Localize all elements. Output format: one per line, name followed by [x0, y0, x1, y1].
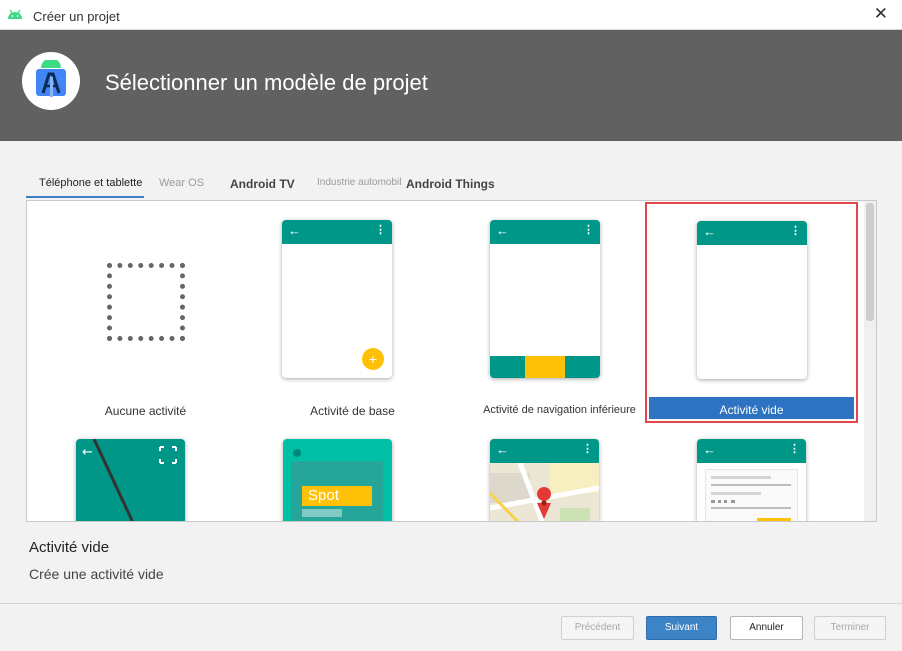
template-description-title: Activité vide	[29, 539, 110, 556]
close-icon[interactable]: ✕	[874, 5, 888, 23]
template-login-activity[interactable]: ← ⋮	[697, 439, 806, 521]
app-bar: ← ⋮	[490, 439, 599, 463]
phone-preview: ← ⋮	[490, 220, 600, 378]
scrollbar-thumb[interactable]	[866, 203, 874, 321]
overflow-menu-icon: ⋮	[582, 443, 593, 455]
empty-placeholder-icon	[107, 263, 185, 341]
template-basic-activity[interactable]: ← ⋮ + Activité de base	[249, 203, 456, 421]
app-bar: ← ⋮	[697, 439, 806, 463]
form-line	[711, 492, 761, 495]
back-arrow-icon: ←	[288, 223, 301, 238]
password-dots	[711, 500, 735, 503]
template-label: Activité vide	[719, 403, 784, 417]
window-title: Créer un projet	[33, 9, 120, 24]
overflow-menu-icon: ⋮	[789, 443, 800, 455]
indicator-dot	[293, 449, 301, 457]
back-arrow-icon: ←	[703, 442, 716, 457]
tab-wear-os[interactable]: Wear OS	[159, 170, 204, 198]
form-line	[711, 484, 791, 486]
overflow-menu-icon: ⋮	[583, 224, 594, 236]
app-bar: ← ⋮	[282, 220, 392, 244]
back-arrow-icon: ←	[703, 224, 716, 239]
phone-preview: ← ⋮	[697, 221, 807, 379]
phone-preview: ← ⋮ +	[282, 220, 392, 378]
template-gallery: Aucune activité ← ⋮ + Activité de base ←…	[26, 200, 877, 522]
android-icon	[8, 9, 22, 19]
form-button	[757, 518, 791, 521]
form-line	[711, 507, 791, 509]
back-arrow-icon: ←	[496, 442, 509, 457]
overflow-menu-icon: ⋮	[375, 224, 386, 236]
template-label: Activité de base	[310, 404, 395, 418]
finish-button[interactable]: Terminer	[814, 616, 886, 640]
template-description-text: Crée une activité vide	[29, 566, 164, 582]
gallery-scrollbar[interactable]	[864, 201, 876, 521]
tab-android-tv[interactable]: Android TV	[230, 170, 295, 198]
svg-text:←: ←	[82, 445, 93, 460]
bottom-navigation-selected-item	[525, 356, 565, 378]
android-studio-icon	[36, 60, 66, 97]
tab-phone-tablet[interactable]: Téléphone et tablette	[26, 170, 144, 198]
template-no-activity[interactable]: Aucune activité	[42, 203, 249, 421]
template-label: Activité de navigation inférieure	[483, 404, 636, 416]
dialog-header: Sélectionner un modèle de projet	[0, 30, 902, 141]
map-icon	[490, 462, 599, 521]
template-fullscreen-activity[interactable]: ←	[76, 439, 185, 521]
fab-plus-icon: +	[362, 348, 384, 370]
text-line	[302, 509, 342, 517]
tab-android-things[interactable]: Android Things	[406, 170, 495, 198]
tab-automotive[interactable]: Industrie automobil	[317, 170, 402, 198]
app-bar: ← ⋮	[697, 221, 807, 245]
dialog-footer: Précédent Suivant Annuler Terminer	[0, 603, 902, 651]
template-empty-activity[interactable]: ← ⋮ Activité vide	[645, 202, 858, 423]
back-arrow-icon: ←	[496, 223, 509, 238]
template-maps-activity[interactable]: ← ⋮	[490, 439, 599, 521]
form-card	[705, 469, 798, 521]
page-title: Sélectionner un modèle de projet	[105, 70, 428, 95]
form-line	[711, 476, 771, 479]
cancel-button[interactable]: Annuler	[730, 616, 803, 640]
android-studio-logo	[22, 52, 80, 110]
template-label: Aucune activité	[104, 404, 187, 418]
map-preview: ← ⋮	[490, 439, 599, 521]
previous-button[interactable]: Précédent	[561, 616, 634, 640]
fullscreen-preview: ←	[82, 439, 177, 521]
bottom-navigation-bar	[490, 356, 600, 378]
spot-label: Spot	[302, 486, 372, 506]
next-button[interactable]: Suivant	[646, 616, 717, 640]
template-bottom-navigation-activity[interactable]: ← ⋮ Activité de navigation inférieure	[456, 203, 663, 421]
app-bar: ← ⋮	[490, 220, 600, 244]
overflow-menu-icon: ⋮	[790, 225, 801, 237]
template-scrolling-activity[interactable]: Spot	[283, 439, 392, 521]
window-titlebar: Créer un projet ✕	[0, 0, 902, 30]
